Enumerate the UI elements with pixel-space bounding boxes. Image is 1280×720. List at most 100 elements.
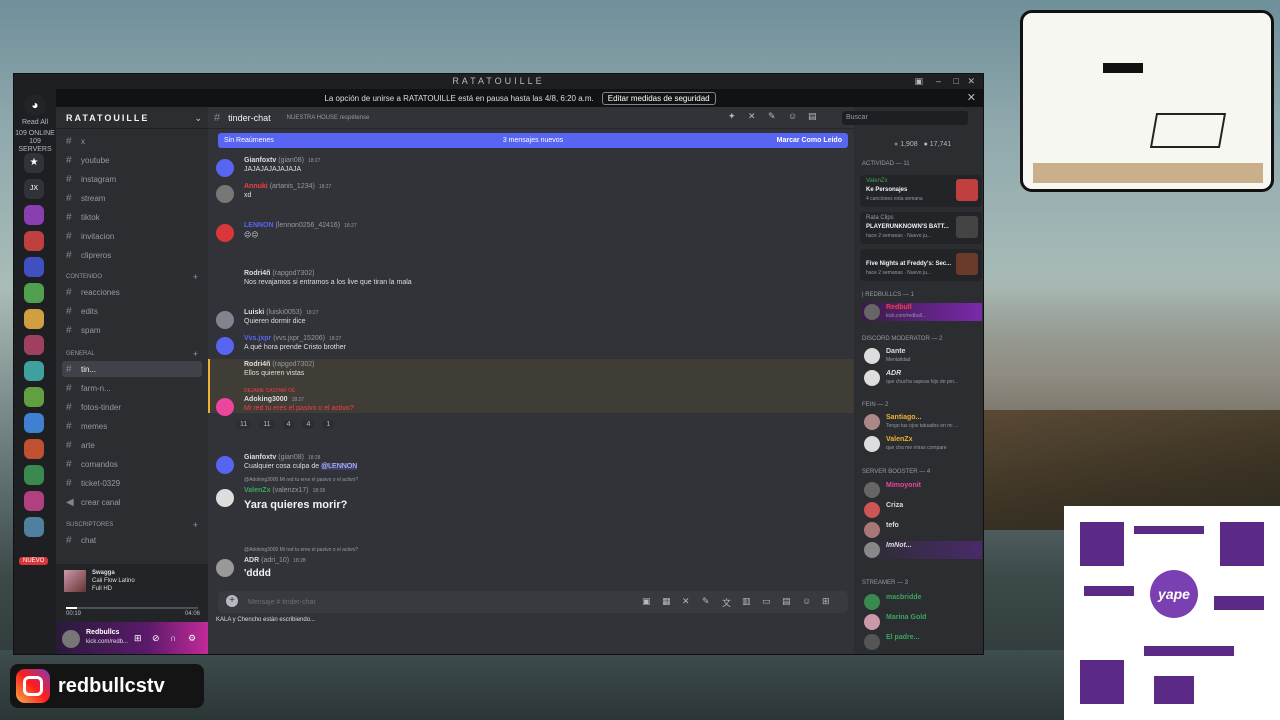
track-progress[interactable]: [66, 607, 198, 609]
reply-preview[interactable]: @Adoking3000 Mi red tu eres el pasivo o …: [244, 477, 358, 483]
close-window-icon[interactable]: ✕: [967, 74, 975, 88]
discord-home-icon[interactable]: ◕: [24, 94, 46, 116]
avatar[interactable]: [216, 224, 234, 242]
member-item[interactable]: Redbull kick.com/redbull...: [862, 303, 982, 321]
server-icon[interactable]: [24, 205, 44, 225]
threads-icon[interactable]: ✦: [728, 111, 736, 122]
channel-spam[interactable]: # spam: [62, 322, 202, 338]
reaction[interactable]: 11: [236, 420, 252, 429]
emoji-icon[interactable]: ☺: [802, 596, 811, 606]
avatar[interactable]: [216, 185, 234, 203]
chevron-down-icon[interactable]: ⌄: [194, 107, 202, 129]
banner-close-icon[interactable]: ✕: [967, 91, 976, 104]
avatar[interactable]: [216, 456, 234, 474]
server-icon[interactable]: [24, 231, 44, 251]
activity-header[interactable]: Actividad — 11: [862, 161, 910, 167]
members-icon[interactable]: ☺: [788, 111, 797, 121]
server-icon[interactable]: [24, 517, 44, 537]
member-item[interactable]: tefo: [862, 521, 982, 539]
server-icon[interactable]: [24, 439, 44, 459]
mute-mic-icon[interactable]: ⊘: [152, 633, 160, 644]
server-icon[interactable]: [24, 387, 44, 407]
channel-fotos-tinder[interactable]: # fotos-tinder: [62, 399, 202, 415]
channel-clipreros[interactable]: # clipreros: [62, 247, 202, 263]
server-icon[interactable]: [24, 491, 44, 511]
member-item[interactable]: Marina Gold: [862, 613, 982, 631]
server-icon[interactable]: [24, 257, 44, 277]
category-suscriptores[interactable]: SUSCRIPTORES +: [66, 520, 202, 530]
gift-icon[interactable]: ✕: [682, 596, 690, 607]
member-item[interactable]: Dante Mentalidad: [862, 347, 982, 365]
headphones-icon[interactable]: ∩: [170, 633, 176, 643]
member-item[interactable]: ValenZx que cha me miras compare: [862, 435, 982, 453]
member-item[interactable]: Santiago... Tengo tus ojos tatuados en m…: [862, 413, 982, 431]
channel-edits[interactable]: # edits: [62, 303, 202, 319]
server-icon[interactable]: [24, 361, 44, 381]
reaction[interactable]: 1: [322, 420, 335, 429]
channel-youtube[interactable]: # youtube: [62, 152, 202, 168]
message-input[interactable]: + Mensaje # tinder-chat ▣ ▦ ✕ ✎ 文 ▥ ▭ ▤ …: [218, 591, 848, 613]
member-item[interactable]: ADR que chucha sapeas hijo de per...: [862, 369, 982, 387]
member-item[interactable]: macbridde: [862, 593, 982, 611]
favorites-star-icon[interactable]: ★: [24, 153, 44, 173]
server-icon[interactable]: [24, 283, 44, 303]
avatar[interactable]: [216, 311, 234, 329]
gif-icon[interactable]: ▭: [762, 596, 771, 607]
reply-preview[interactable]: @Adoking3000 Mi red tu eres el pasivo o …: [244, 547, 358, 553]
server-name-header[interactable]: RATATOUILLE ⌄: [56, 107, 208, 129]
category-contenido[interactable]: CONTENIDO +: [66, 272, 202, 282]
add-attachment-icon[interactable]: +: [226, 595, 238, 607]
category-general[interactable]: GENERAL +: [66, 349, 202, 359]
avatar[interactable]: [62, 630, 80, 648]
activity-card[interactable]: ValenZx Ke Personajes 4 canciones esta s…: [860, 175, 982, 207]
user-mention[interactable]: @LENNON: [321, 463, 358, 470]
server-icon[interactable]: [24, 413, 44, 433]
channel-instagram[interactable]: # instagram: [62, 171, 202, 187]
mute-icon[interactable]: ✕: [748, 111, 756, 122]
channel-chat[interactable]: # chat: [62, 532, 202, 548]
add-channel-icon[interactable]: +: [193, 349, 198, 359]
server-icon[interactable]: [24, 335, 44, 355]
lock-icon[interactable]: ▣: [642, 596, 651, 607]
channel-comandos[interactable]: # comandos: [62, 456, 202, 472]
avatar[interactable]: [216, 398, 234, 416]
member-item[interactable]: Mimoyonit: [862, 481, 982, 499]
reaction[interactable]: 4: [302, 420, 315, 429]
channel-memes[interactable]: # memes: [62, 418, 202, 434]
pin-icon[interactable]: ✎: [768, 111, 776, 122]
channel-crear-canal[interactable]: ◀ crear canal: [62, 494, 202, 510]
avatar[interactable]: [216, 489, 234, 507]
member-item[interactable]: Criza: [862, 501, 982, 519]
pen-icon[interactable]: ✎: [702, 596, 710, 607]
reaction[interactable]: 4: [282, 420, 295, 429]
edit-security-button[interactable]: Editar medidas de seguridad: [601, 91, 716, 105]
gamepad-icon[interactable]: ⊞: [134, 633, 142, 644]
inbox-icon[interactable]: ▤: [808, 111, 817, 122]
channel-stream[interactable]: # stream: [62, 190, 202, 206]
settings-gear-icon[interactable]: ⚙: [188, 633, 196, 644]
new-messages-bar[interactable]: Sin Reaúmenes 3 mensajes nuevos Marcar C…: [218, 133, 848, 148]
channel-farm[interactable]: # farm-n...: [62, 380, 202, 396]
mark-as-read-button[interactable]: Marcar Como Leído: [777, 137, 842, 144]
server-jx-icon[interactable]: JX: [24, 179, 44, 199]
add-channel-icon[interactable]: +: [193, 520, 198, 530]
calendar-icon[interactable]: ▦: [662, 596, 671, 607]
activity-card[interactable]: Rata Clips PLAYERUNKNOWN'S BATT... hace …: [860, 212, 982, 244]
avatar[interactable]: [216, 559, 234, 577]
gift-box-icon[interactable]: ▥: [742, 596, 751, 607]
avatar[interactable]: [216, 159, 234, 177]
member-item[interactable]: El padre...: [862, 633, 982, 651]
channel-reacciones[interactable]: # reacciones: [62, 284, 202, 300]
channel-invitacion[interactable]: # invitacion: [62, 228, 202, 244]
minimize-icon[interactable]: –: [936, 74, 941, 88]
translate-icon[interactable]: 文: [722, 596, 731, 609]
apps-icon[interactable]: ⊞: [822, 596, 830, 607]
channel-x[interactable]: # x: [62, 133, 202, 149]
avatar[interactable]: [216, 337, 234, 355]
reaction[interactable]: 11: [259, 420, 275, 429]
sticker-icon[interactable]: ▤: [782, 596, 791, 607]
server-icon[interactable]: [24, 465, 44, 485]
channel-tinder-chat[interactable]: # tin...: [62, 361, 202, 377]
reply-preview[interactable]: DEJAME CACHAR OE: [244, 388, 295, 394]
inbox-icon[interactable]: ▣: [914, 74, 923, 88]
